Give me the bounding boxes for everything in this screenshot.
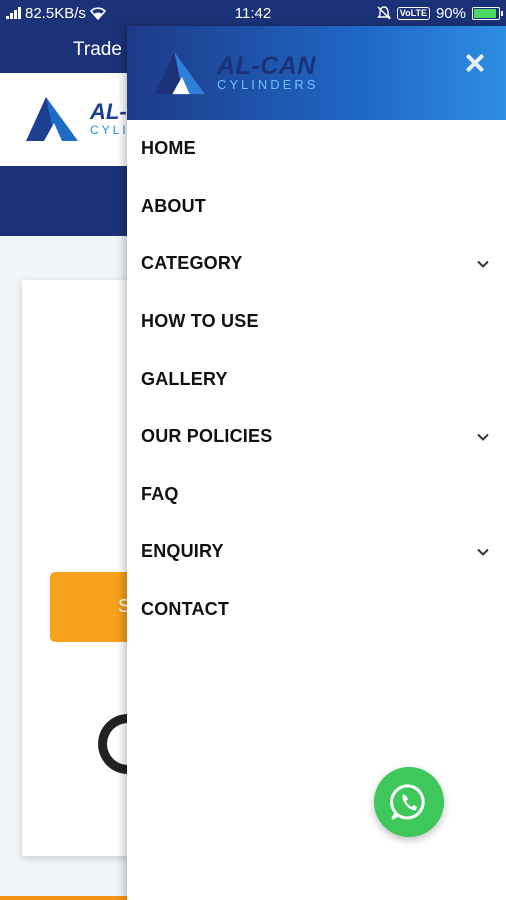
menu-item-label: CONTACT	[141, 599, 230, 620]
menu-item-gallery[interactable]: GALLERY	[127, 350, 506, 408]
menu-item-label: CATEGORY	[141, 253, 243, 274]
menu-item-label: OUR POLICIES	[141, 426, 273, 447]
menu-item-contact[interactable]: CONTACT	[127, 581, 506, 639]
alarm-icon	[376, 6, 391, 20]
drawer-menu: HOME ABOUT CATEGORY HOW TO USE GALLERY O…	[127, 120, 506, 638]
menu-item-label: GALLERY	[141, 368, 228, 389]
background-logo: AL- CYLIN	[22, 95, 140, 143]
menu-item-label: HOME	[141, 138, 196, 159]
chevron-down-icon[interactable]	[474, 255, 492, 273]
battery-fill	[474, 8, 496, 18]
wifi-icon	[89, 6, 106, 20]
drawer-logo[interactable]: AL-CAN CYLINDERS	[151, 50, 318, 96]
menu-item-label: ABOUT	[141, 195, 206, 216]
chevron-down-icon[interactable]	[474, 543, 492, 561]
battery-icon	[472, 6, 503, 20]
menu-item-category[interactable]: CATEGORY	[127, 235, 506, 293]
navigation-drawer: AL-CAN CYLINDERS HOME ABOUT CATEGORY HOW…	[127, 26, 506, 900]
whatsapp-icon	[390, 784, 425, 820]
status-bar: 82.5KB/s 11:42 VoLTE 90%	[0, 0, 506, 26]
menu-item-about[interactable]: ABOUT	[127, 178, 506, 236]
menu-item-home[interactable]: HOME	[127, 120, 506, 178]
signal-icon	[6, 7, 21, 19]
status-left: 82.5KB/s	[6, 5, 186, 22]
volte-badge: VoLTE	[396, 6, 430, 20]
status-right: VoLTE 90%	[376, 4, 503, 22]
menu-item-label: ENQUIRY	[141, 541, 224, 562]
drawer-logo-brand: AL-CAN	[217, 52, 316, 80]
menu-item-our-policies[interactable]: OUR POLICIES	[127, 408, 506, 466]
menu-item-how-to-use[interactable]: HOW TO USE	[127, 293, 506, 351]
battery-percent: 90%	[435, 4, 466, 22]
alcan-logo-icon	[26, 97, 78, 141]
menu-item-label: FAQ	[141, 483, 179, 504]
background-topbar-text: Trade	[73, 39, 122, 60]
close-icon[interactable]	[464, 52, 486, 74]
alcan-logo-icon	[155, 51, 205, 95]
drawer-header: AL-CAN CYLINDERS	[127, 26, 506, 120]
chevron-down-icon[interactable]	[474, 428, 492, 446]
whatsapp-button[interactable]	[374, 767, 444, 837]
menu-item-label: HOW TO USE	[141, 311, 259, 332]
menu-item-faq[interactable]: FAQ	[127, 466, 506, 524]
drawer-logo-sub: CYLINDERS	[217, 77, 319, 92]
menu-item-enquiry[interactable]: ENQUIRY	[127, 523, 506, 581]
network-speed: 82.5KB/s	[25, 4, 86, 22]
